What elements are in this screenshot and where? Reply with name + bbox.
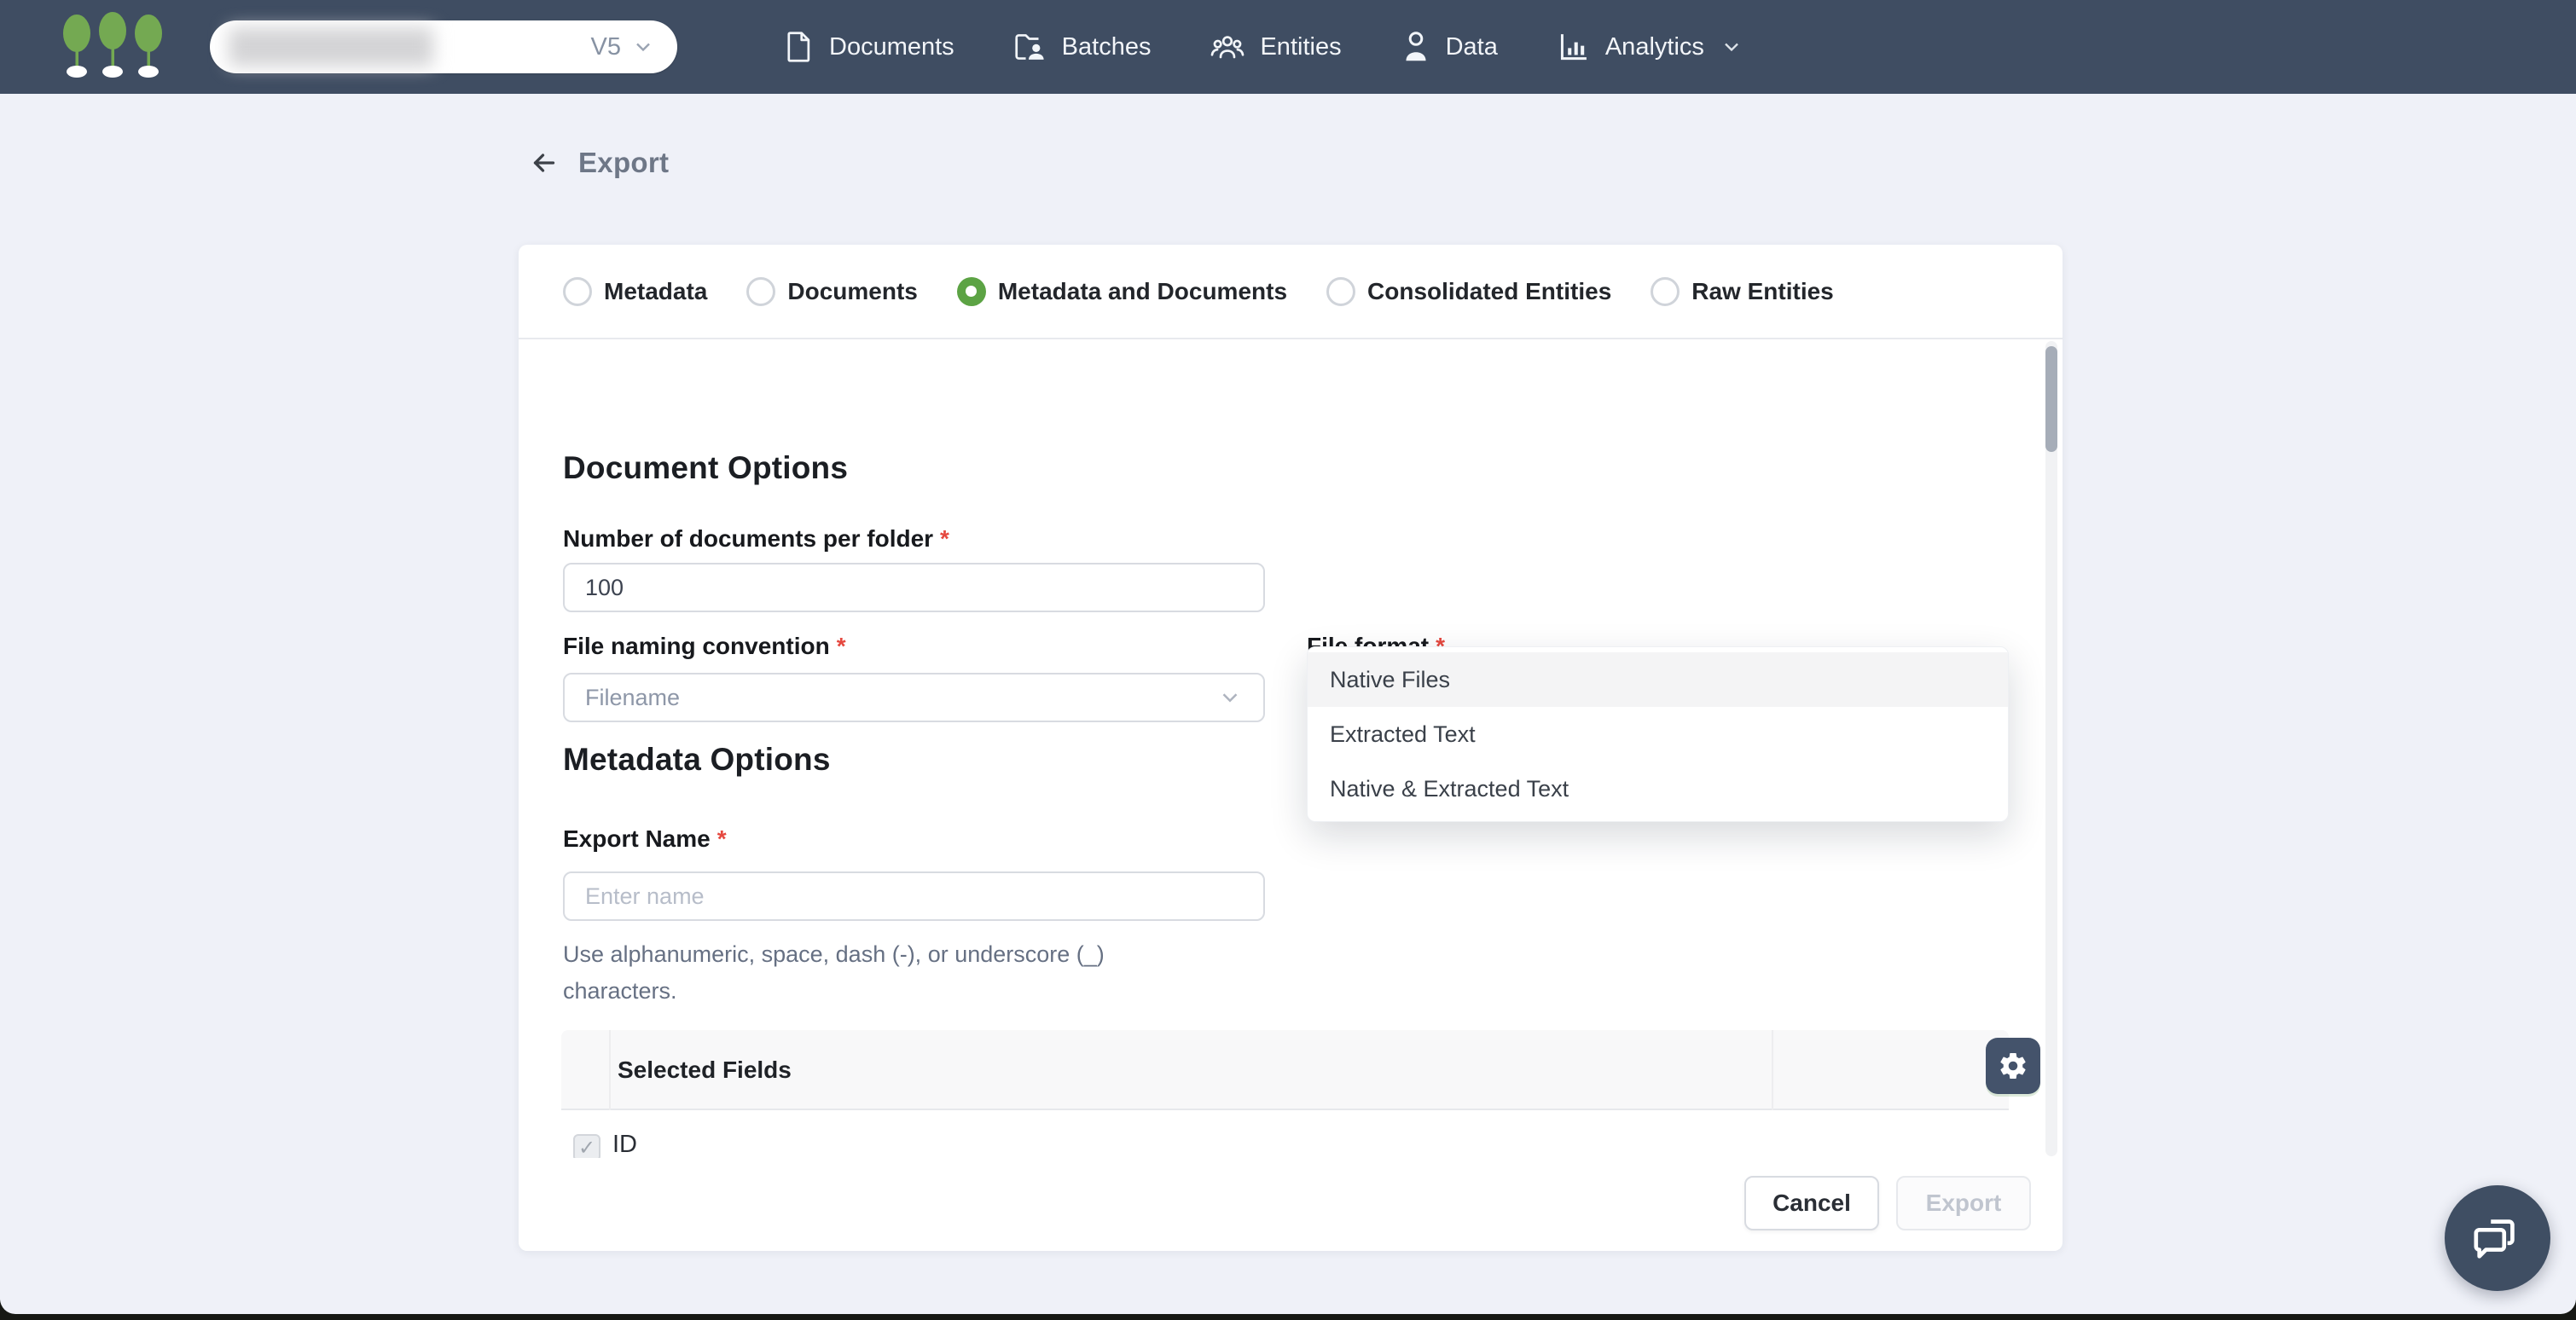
export-type-radio-group: Metadata Documents Metadata and Document… bbox=[519, 245, 2063, 339]
fields-table-header: Selected Fields bbox=[561, 1030, 2009, 1110]
selected-fields-header: Selected Fields bbox=[618, 1057, 792, 1084]
file-naming-select[interactable]: Filename bbox=[563, 673, 1265, 722]
back-arrow-icon[interactable] bbox=[529, 148, 560, 178]
dropdown-option-native-files[interactable]: Native Files bbox=[1308, 652, 2008, 707]
chevron-down-icon bbox=[631, 35, 655, 59]
radio-metadata-and-documents[interactable]: Metadata and Documents bbox=[957, 277, 1287, 306]
nav-label: Data bbox=[1446, 33, 1498, 61]
radio-consolidated-entities[interactable]: Consolidated Entities bbox=[1326, 277, 1611, 306]
metadata-options-heading: Metadata Options bbox=[563, 742, 831, 778]
dropdown-option-extracted-text[interactable]: Extracted Text bbox=[1308, 707, 2008, 761]
radio-circle-icon bbox=[563, 277, 592, 306]
radio-circle-icon bbox=[1651, 277, 1680, 306]
field-checkbox-id[interactable]: ✓ bbox=[573, 1134, 600, 1158]
bar-chart-icon bbox=[1558, 31, 1590, 63]
nav-batches[interactable]: Batches bbox=[1014, 32, 1152, 62]
radio-raw-entities[interactable]: Raw Entities bbox=[1651, 277, 1833, 306]
project-version-label: V5 bbox=[591, 33, 621, 61]
column-divider bbox=[1772, 1030, 1773, 1110]
radio-circle-icon bbox=[1326, 277, 1355, 306]
nav-analytics[interactable]: Analytics bbox=[1558, 31, 1743, 63]
docs-per-folder-input[interactable] bbox=[563, 563, 1265, 612]
field-row-id: ID bbox=[612, 1131, 637, 1158]
document-icon bbox=[785, 31, 814, 63]
logo-three-trees-icon[interactable] bbox=[53, 10, 172, 84]
nav-label: Entities bbox=[1260, 33, 1341, 61]
configure-fields-button[interactable] bbox=[1986, 1038, 2040, 1094]
top-nav-bar: V5 Documents Batches Entities Data bbox=[0, 0, 2576, 94]
page-title: Export bbox=[578, 147, 669, 179]
radio-circle-icon bbox=[746, 277, 775, 306]
project-name-redacted bbox=[229, 27, 433, 67]
file-format-dropdown: Native Files Extracted Text Native & Ext… bbox=[1307, 646, 2009, 822]
export-name-help-text: Use alphanumeric, space, dash (-), or un… bbox=[563, 936, 1177, 1010]
export-form-card: Metadata Documents Metadata and Document… bbox=[519, 245, 2063, 1251]
gear-icon bbox=[1998, 1051, 2028, 1081]
docs-per-folder-label: Number of documents per folder* bbox=[563, 525, 949, 553]
chat-widget-button[interactable] bbox=[2445, 1185, 2550, 1291]
check-icon: ✓ bbox=[578, 1136, 595, 1159]
export-name-label: Export Name* bbox=[563, 825, 727, 853]
nav-entities[interactable]: Entities bbox=[1210, 32, 1341, 62]
radio-documents[interactable]: Documents bbox=[746, 277, 917, 306]
nav-label: Batches bbox=[1062, 33, 1152, 61]
batch-folder-icon bbox=[1014, 32, 1047, 62]
primary-nav: Documents Batches Entities Data Analytic… bbox=[785, 0, 1743, 94]
radio-metadata[interactable]: Metadata bbox=[563, 277, 707, 306]
cancel-button[interactable]: Cancel bbox=[1744, 1176, 1879, 1230]
nav-label: Documents bbox=[829, 33, 954, 61]
export-name-input[interactable] bbox=[563, 871, 1265, 921]
entities-people-icon bbox=[1210, 32, 1244, 62]
scrollbar-track[interactable] bbox=[2045, 341, 2057, 1156]
breadcrumb: Export bbox=[529, 147, 669, 179]
document-options-heading: Document Options bbox=[563, 450, 848, 486]
export-button[interactable]: Export bbox=[1896, 1176, 2031, 1230]
chevron-down-icon bbox=[1720, 35, 1743, 59]
app-window: V5 Documents Batches Entities Data bbox=[0, 0, 2576, 1314]
radio-selected-icon bbox=[957, 277, 986, 306]
scrollbar-thumb[interactable] bbox=[2045, 346, 2057, 452]
nav-documents[interactable]: Documents bbox=[785, 31, 954, 63]
nav-label: Analytics bbox=[1605, 33, 1704, 61]
data-person-icon bbox=[1401, 31, 1430, 63]
file-naming-label: File naming convention* bbox=[563, 633, 846, 660]
dropdown-option-native-and-extracted-text[interactable]: Native & Extracted Text bbox=[1308, 761, 2008, 816]
chevron-down-icon bbox=[1217, 685, 1243, 710]
column-divider bbox=[609, 1030, 611, 1110]
chat-bubbles-icon bbox=[2471, 1212, 2524, 1265]
nav-data[interactable]: Data bbox=[1401, 31, 1498, 63]
project-selector[interactable]: V5 bbox=[210, 20, 677, 73]
